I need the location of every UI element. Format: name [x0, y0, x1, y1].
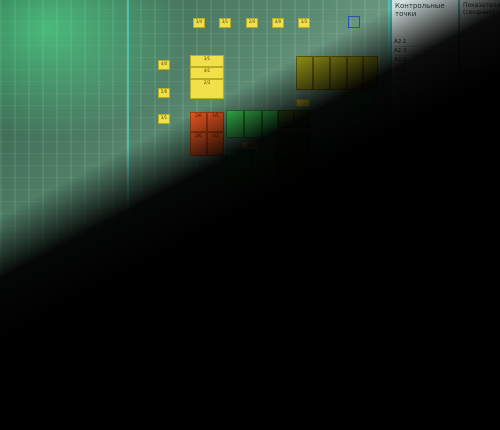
- green-block[interactable]: [244, 110, 262, 138]
- dark-green-block[interactable]: [278, 110, 294, 128]
- list-item[interactable]: A3.1: [394, 112, 460, 121]
- marker[interactable]: 3/1: [219, 18, 231, 28]
- marker[interactable]: 3/1: [158, 114, 170, 124]
- green-block[interactable]: [300, 186, 348, 226]
- olive-block[interactable]: [313, 56, 330, 90]
- summary-lines: [464, 70, 498, 235]
- summary-divider: [464, 136, 498, 137]
- red-block[interactable]: 2/6: [190, 112, 207, 132]
- green-block[interactable]: [226, 150, 252, 190]
- control-points-panel: Контрольные точки A2.1 A2.3 A2.5 A2.6 A2.7 A2…: [390, 0, 462, 287]
- list-item[interactable]: Q3.7: [394, 139, 460, 149]
- list-item[interactable]: Q5.0: [394, 203, 460, 213]
- control-points-list: A2.1 A2.3 A2.5 A2.6 A2.7 A2.8 A2.9 A3.0 A3.1 A3.3…: [394, 38, 460, 287]
- marker[interactable]: 4/0: [272, 18, 284, 28]
- list-item[interactable]: A2.5: [394, 56, 460, 66]
- red-block[interactable]: 2/6: [190, 132, 207, 156]
- summary-divider: [464, 202, 498, 203]
- olive-block[interactable]: [347, 56, 363, 90]
- red-block[interactable]: 1/3: [207, 132, 224, 156]
- list-item[interactable]: A2.9: [394, 93, 460, 103]
- dark-green-block[interactable]: [294, 110, 310, 128]
- list-item[interactable]: Q5.2: [394, 213, 460, 222]
- yellow-block[interactable]: 2/3: [190, 79, 224, 99]
- green-block[interactable]: [346, 92, 376, 114]
- list-item[interactable]: Q6.4: [394, 268, 460, 277]
- green-block[interactable]: [312, 138, 344, 178]
- green-block[interactable]: [346, 114, 361, 128]
- list-item[interactable]: Q3.9: [394, 148, 460, 158]
- list-item[interactable]: A2.1: [394, 38, 460, 48]
- list-item[interactable]: Q6.0: [394, 249, 460, 259]
- panel-title: Показатели (сводные): [463, 2, 500, 16]
- marker[interactable]: 2/4: [246, 18, 258, 28]
- list-item[interactable]: Q6.7: [394, 277, 460, 287]
- dark-green-block[interactable]: [293, 132, 310, 158]
- summary-divider: [464, 70, 498, 71]
- green-block[interactable]: [344, 138, 378, 188]
- list-item[interactable]: Q4.9: [394, 194, 460, 204]
- list-item[interactable]: A2.7: [394, 75, 460, 84]
- summary-panel: Показатели (сводные): [458, 0, 500, 300]
- marker[interactable]: 3/4: [193, 18, 205, 28]
- yellow-block[interactable]: 4/0: [242, 142, 258, 150]
- olive-block[interactable]: [330, 56, 347, 90]
- list-item[interactable]: A2.6: [394, 66, 460, 75]
- olive-block[interactable]: [296, 56, 313, 90]
- list-item[interactable]: Q5.5: [394, 222, 460, 231]
- list-item[interactable]: A2.8: [394, 84, 460, 94]
- list-item[interactable]: Q4.7: [394, 185, 460, 195]
- monitoring-screen: 3/4 3/1 2/4 4/0 3/3 4/0 5/0 3/1 3/1 4/1 …: [0, 0, 500, 430]
- yellow-block[interactable]: [296, 99, 310, 107]
- list-item[interactable]: Q6.2: [394, 259, 460, 268]
- list-item[interactable]: Q4.5: [394, 176, 460, 185]
- list-item[interactable]: A3.3: [394, 121, 460, 130]
- dark-green-block[interactable]: [276, 132, 293, 158]
- red-block[interactable]: 1/5: [207, 112, 224, 132]
- green-block[interactable]: [348, 190, 378, 220]
- divider-left: [127, 0, 129, 430]
- marker[interactable]: 3/3: [298, 18, 310, 28]
- list-item[interactable]: Q4.0: [394, 157, 460, 167]
- list-item[interactable]: Q5.7: [394, 231, 460, 241]
- dark-green-block[interactable]: [276, 158, 310, 176]
- summary-divider: [464, 169, 498, 170]
- summary-divider: [464, 103, 498, 104]
- yellow-block[interactable]: 4/1: [190, 67, 224, 79]
- list-item[interactable]: Q5.8: [394, 240, 460, 250]
- list-item[interactable]: Q4.2: [394, 167, 460, 176]
- marker[interactable]: 4/0: [158, 60, 170, 70]
- marker-outline[interactable]: [348, 16, 360, 28]
- list-item[interactable]: A2.3: [394, 47, 460, 57]
- marker[interactable]: 5/0: [158, 88, 170, 98]
- green-block[interactable]: [252, 150, 276, 180]
- list-item[interactable]: Q3.5: [394, 130, 460, 140]
- green-block[interactable]: [226, 110, 244, 138]
- panel-title: Контрольные точки: [395, 2, 445, 18]
- olive-block[interactable]: [363, 56, 378, 90]
- list-item[interactable]: A3.0: [394, 102, 460, 112]
- yellow-block[interactable]: 3/1: [190, 55, 224, 67]
